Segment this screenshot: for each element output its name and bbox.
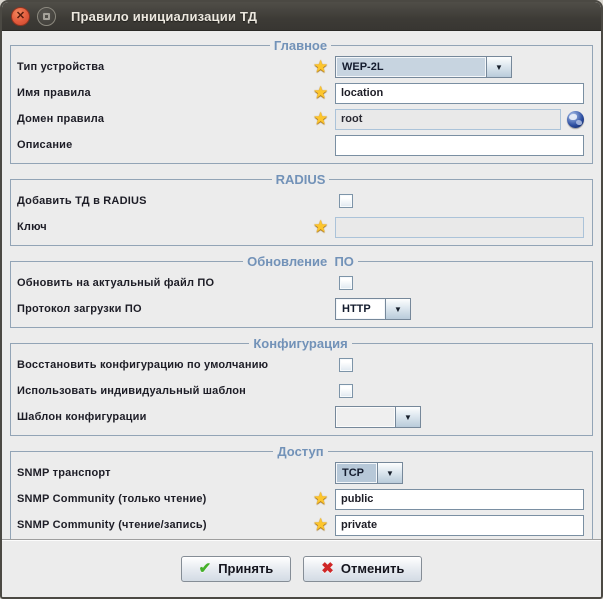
- group-access-legend: Доступ: [277, 444, 324, 459]
- group-radius-legend: RADIUS: [275, 172, 326, 187]
- chevron-down-icon[interactable]: ▼: [395, 407, 420, 427]
- snmp-community-rw-input[interactable]: [335, 514, 584, 536]
- required-star-icon: ★: [313, 109, 329, 128]
- add-to-radius-checkbox[interactable]: [339, 194, 353, 208]
- download-protocol-label: Протокол загрузки ПО: [17, 303, 142, 315]
- row-key: Ключ ★: [17, 214, 584, 240]
- snmp-community-rw-label: SNMP Community (чтение/запись): [17, 519, 207, 531]
- device-type-label: Тип устройства: [17, 61, 105, 73]
- snmp-transport-select[interactable]: TCP ▼: [335, 462, 403, 484]
- chevron-down-icon[interactable]: ▼: [377, 463, 402, 483]
- key-label: Ключ: [17, 221, 47, 233]
- restore-default-label: Восстановить конфигурацию по умолчанию: [17, 359, 269, 371]
- config-template-select[interactable]: ▼: [335, 406, 421, 428]
- required-star-icon: ★: [313, 57, 329, 76]
- dialog-window: ✕ Правило инициализации ТД Главное Тип у…: [0, 0, 603, 599]
- individual-template-checkbox[interactable]: [339, 384, 353, 398]
- row-rule-domain: Домен правила ★: [17, 106, 584, 132]
- dialog-content: Главное Тип устройства ★ WEP-2L ▼ Имя пр…: [2, 31, 601, 544]
- row-config-template: Шаблон конфигурации ▼: [17, 404, 584, 430]
- group-main: Главное Тип устройства ★ WEP-2L ▼ Имя пр…: [10, 38, 593, 164]
- accept-button[interactable]: ✔ Принять: [180, 555, 292, 582]
- row-snmp-community-ro: SNMP Community (только чтение) ★: [17, 486, 584, 512]
- cross-icon: ✖: [321, 560, 334, 577]
- group-access: Доступ SNMP транспорт TCP ▼ SNMP Communi…: [10, 444, 593, 544]
- required-star-icon: ★: [313, 515, 329, 534]
- button-bar: ✔ Принять ✖ Отменить: [2, 539, 601, 597]
- required-star-icon: ★: [313, 83, 329, 102]
- required-star-icon: ★: [313, 489, 329, 508]
- snmp-transport-label: SNMP транспорт: [17, 467, 111, 479]
- cancel-button[interactable]: ✖ Отменить: [303, 555, 423, 582]
- individual-template-label: Использовать индивидуальный шаблон: [17, 385, 247, 397]
- rule-domain-input[interactable]: [335, 108, 561, 130]
- group-main-legend: Главное: [273, 38, 328, 53]
- row-individual-template: Использовать индивидуальный шаблон: [17, 378, 584, 404]
- snmp-transport-value: TCP: [336, 463, 377, 483]
- chevron-down-icon[interactable]: ▼: [486, 57, 511, 77]
- row-description: Описание: [17, 132, 584, 158]
- snmp-community-ro-input[interactable]: [335, 488, 584, 510]
- accept-button-label: Принять: [218, 561, 274, 576]
- key-input[interactable]: [335, 216, 584, 238]
- rule-domain-label: Домен правила: [17, 113, 105, 125]
- group-firmware: Обновление ПО Обновить на актуальный фай…: [10, 254, 593, 328]
- titlebar[interactable]: ✕ Правило инициализации ТД: [2, 2, 601, 31]
- group-configuration-legend: Конфигурация: [253, 336, 348, 351]
- chevron-down-icon[interactable]: ▼: [385, 299, 410, 319]
- snmp-community-ro-label: SNMP Community (только чтение): [17, 493, 207, 505]
- description-input[interactable]: [335, 134, 584, 156]
- group-radius: RADIUS Добавить ТД в RADIUS Ключ ★: [10, 172, 593, 246]
- row-add-to-radius: Добавить ТД в RADIUS: [17, 188, 584, 214]
- row-update-firmware: Обновить на актуальный файл ПО: [17, 270, 584, 296]
- row-download-protocol: Протокол загрузки ПО HTTP ▼: [17, 296, 584, 322]
- row-device-type: Тип устройства ★ WEP-2L ▼: [17, 54, 584, 80]
- check-icon: ✔: [198, 560, 212, 577]
- required-star-icon: ★: [313, 217, 329, 236]
- cancel-button-label: Отменить: [340, 561, 405, 576]
- config-template-label: Шаблон конфигурации: [17, 411, 147, 423]
- device-type-select[interactable]: WEP-2L ▼: [335, 56, 512, 78]
- close-icon: ✕: [15, 9, 26, 22]
- download-protocol-value: HTTP: [336, 299, 385, 319]
- row-restore-default: Восстановить конфигурацию по умолчанию: [17, 352, 584, 378]
- row-snmp-community-rw: SNMP Community (чтение/запись) ★: [17, 512, 584, 538]
- restore-default-checkbox[interactable]: [339, 358, 353, 372]
- row-snmp-transport: SNMP транспорт TCP ▼: [17, 460, 584, 486]
- config-template-value: [336, 407, 395, 427]
- rule-name-input[interactable]: [335, 82, 584, 104]
- rule-name-label: Имя правила: [17, 87, 91, 99]
- group-firmware-legend: Обновление ПО: [247, 254, 354, 269]
- description-label: Описание: [17, 139, 73, 151]
- update-firmware-checkbox[interactable]: [339, 276, 353, 290]
- window-title: Правило инициализации ТД: [71, 8, 258, 24]
- row-rule-name: Имя правила ★: [17, 80, 584, 106]
- device-type-value: WEP-2L: [336, 57, 486, 77]
- close-button[interactable]: ✕: [11, 6, 30, 26]
- maximize-icon: [43, 12, 50, 20]
- globe-icon[interactable]: [567, 110, 584, 128]
- add-to-radius-label: Добавить ТД в RADIUS: [17, 195, 147, 207]
- update-firmware-label: Обновить на актуальный файл ПО: [17, 277, 215, 289]
- maximize-button[interactable]: [37, 6, 56, 26]
- group-configuration: Конфигурация Восстановить конфигурацию п…: [10, 336, 593, 436]
- download-protocol-select[interactable]: HTTP ▼: [335, 298, 411, 320]
